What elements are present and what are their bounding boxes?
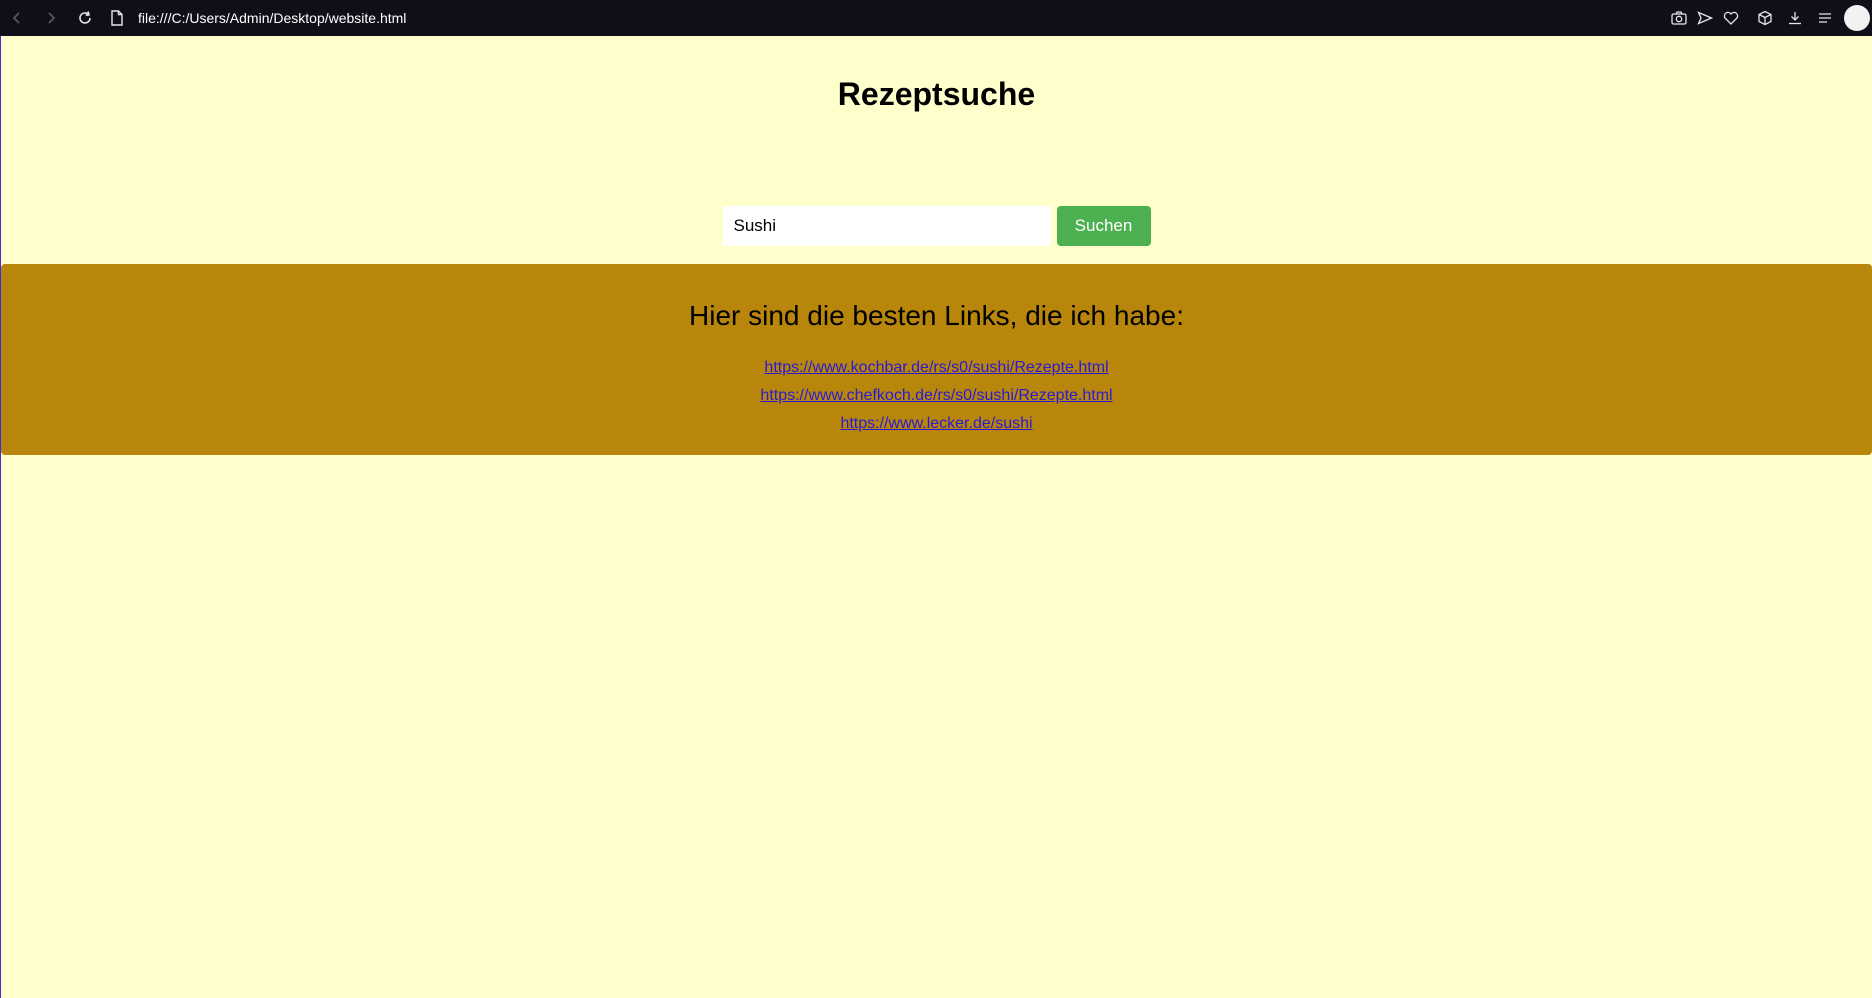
favorite-button[interactable] xyxy=(1718,5,1744,31)
send-icon xyxy=(1697,11,1713,25)
download-icon xyxy=(1789,12,1801,25)
page-title: Rezeptsuche xyxy=(837,76,1036,112)
result-link-chefkoch[interactable]: https://www.chefkoch.de/rs/s0/sushi/Reze… xyxy=(760,382,1112,410)
result-link-lecker[interactable]: https://www.lecker.de/sushi xyxy=(840,410,1032,438)
reload-button[interactable] xyxy=(68,1,102,35)
box-icon xyxy=(1758,10,1772,26)
chevron-left-icon xyxy=(12,12,20,24)
forward-button[interactable] xyxy=(34,1,68,35)
chevron-right-icon xyxy=(48,12,56,24)
send-button[interactable] xyxy=(1692,5,1718,31)
results-heading: Hier sind die besten Links, die ich habe… xyxy=(689,300,1184,331)
menu-button[interactable] xyxy=(1812,5,1838,31)
page-icon xyxy=(111,10,123,26)
browser-tools xyxy=(1666,0,1872,36)
search-button[interactable]: Suchen xyxy=(1056,206,1151,246)
reload-icon xyxy=(79,11,91,24)
results-link-list: https://www.kochbar.de/rs/s0/sushi/Rezep… xyxy=(1,354,1872,438)
camera-icon xyxy=(1671,11,1687,25)
heart-icon xyxy=(1723,11,1739,25)
address-bar[interactable]: file:///C:/Users/Admin/Desktop/website.h… xyxy=(110,10,406,26)
snapshot-button[interactable] xyxy=(1666,5,1692,31)
extensions-button[interactable] xyxy=(1752,5,1778,31)
browser-toolbar: file:///C:/Users/Admin/Desktop/website.h… xyxy=(0,0,1872,36)
results-panel: Hier sind die besten Links, die ich habe… xyxy=(1,264,1872,455)
menu-icon xyxy=(1819,13,1831,23)
result-link-kochbar[interactable]: https://www.kochbar.de/rs/s0/sushi/Rezep… xyxy=(764,354,1108,382)
back-button[interactable] xyxy=(0,1,34,35)
search-form: Suchen xyxy=(1,206,1872,246)
downloads-button[interactable] xyxy=(1782,5,1808,31)
page-body: Rezeptsuche Suchen Hier sind die besten … xyxy=(1,36,1872,998)
url-text[interactable]: file:///C:/Users/Admin/Desktop/website.h… xyxy=(138,10,406,26)
avatar[interactable] xyxy=(1844,5,1870,31)
search-input[interactable] xyxy=(722,206,1051,246)
